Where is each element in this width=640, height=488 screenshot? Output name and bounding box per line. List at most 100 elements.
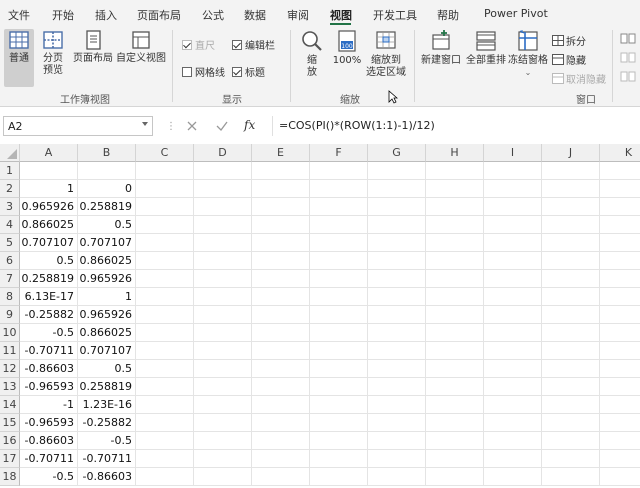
cell[interactable]: -0.70711 [20,342,78,360]
row-header[interactable]: 4 [0,216,20,234]
cell[interactable] [194,396,252,414]
cell[interactable] [310,396,368,414]
cell[interactable] [600,468,640,486]
cell[interactable] [484,162,542,180]
cell[interactable] [136,162,194,180]
cell[interactable] [310,306,368,324]
cell[interactable] [600,396,640,414]
cell[interactable] [310,180,368,198]
cell[interactable] [600,360,640,378]
chevron-down-icon[interactable] [140,119,150,129]
cell[interactable] [136,378,194,396]
cell[interactable] [252,180,310,198]
cell[interactable] [252,378,310,396]
cell[interactable] [252,288,310,306]
cell[interactable] [136,216,194,234]
tab-insert[interactable]: 插入 [95,7,117,23]
cell[interactable] [194,306,252,324]
row-header[interactable]: 14 [0,396,20,414]
cell[interactable] [542,450,600,468]
cell[interactable] [368,234,426,252]
cell[interactable] [310,198,368,216]
tab-power-pivot[interactable]: Power Pivot [484,7,548,20]
cell[interactable]: 0.707107 [20,234,78,252]
cell[interactable] [484,216,542,234]
cell[interactable] [194,324,252,342]
cell[interactable] [542,288,600,306]
cell[interactable] [252,414,310,432]
cell[interactable] [136,252,194,270]
cell[interactable] [136,270,194,288]
tab-page-layout[interactable]: 页面布局 [137,7,181,23]
column-header-k[interactable]: K [600,144,640,162]
cell[interactable] [368,468,426,486]
cell[interactable] [194,288,252,306]
cell[interactable] [194,270,252,288]
cell[interactable]: -0.70711 [78,450,136,468]
row-header[interactable]: 11 [0,342,20,360]
cell[interactable] [136,324,194,342]
cell[interactable] [368,180,426,198]
cell[interactable]: 0.866025 [20,216,78,234]
cell[interactable]: 0.258819 [20,270,78,288]
page-layout-view-button[interactable]: 页面布局 [72,29,114,87]
cell[interactable] [368,450,426,468]
cell[interactable] [368,324,426,342]
unhide-button[interactable]: 取消隐藏 [552,71,606,86]
cell[interactable] [136,468,194,486]
column-header-g[interactable]: G [368,144,426,162]
cell[interactable] [194,198,252,216]
cell[interactable] [252,324,310,342]
row-header[interactable]: 3 [0,198,20,216]
cell[interactable] [484,342,542,360]
cell[interactable] [136,432,194,450]
cell[interactable] [426,198,484,216]
column-header-b[interactable]: B [78,144,136,162]
cell[interactable] [136,360,194,378]
tab-view[interactable]: 视图 [330,7,352,23]
cell[interactable] [194,414,252,432]
cell[interactable] [136,450,194,468]
cell[interactable] [310,162,368,180]
cell[interactable] [426,288,484,306]
cell[interactable]: 0.5 [78,216,136,234]
cell[interactable]: 6.13E-17 [20,288,78,306]
cell[interactable] [426,306,484,324]
cell[interactable] [484,306,542,324]
tab-review[interactable]: 审阅 [287,7,309,23]
cell[interactable] [368,288,426,306]
cell[interactable] [542,324,600,342]
cell[interactable] [600,270,640,288]
cell[interactable] [368,342,426,360]
cell[interactable] [310,234,368,252]
cell[interactable] [310,450,368,468]
cell[interactable]: 1 [78,288,136,306]
row-header[interactable]: 18 [0,468,20,486]
column-header-h[interactable]: H [426,144,484,162]
cell[interactable] [600,306,640,324]
cell[interactable]: -0.5 [20,468,78,486]
cell[interactable] [484,288,542,306]
cell[interactable] [368,414,426,432]
cell[interactable] [310,468,368,486]
cell[interactable] [368,216,426,234]
cell[interactable] [136,342,194,360]
cell[interactable] [310,288,368,306]
ruler-checkbox[interactable]: 直尺 [182,37,215,52]
row-header[interactable]: 9 [0,306,20,324]
cell[interactable] [368,270,426,288]
cell[interactable] [194,342,252,360]
cell[interactable] [426,216,484,234]
cell[interactable] [542,216,600,234]
cell[interactable] [600,198,640,216]
cell[interactable] [542,414,600,432]
cell[interactable] [252,216,310,234]
row-header[interactable]: 7 [0,270,20,288]
cell[interactable] [310,270,368,288]
cell[interactable]: 0.965926 [78,306,136,324]
cell[interactable] [194,234,252,252]
hide-button[interactable]: 隐藏 [552,52,586,67]
cell[interactable] [426,180,484,198]
tab-data[interactable]: 数据 [244,7,266,23]
cell[interactable]: -0.5 [78,432,136,450]
